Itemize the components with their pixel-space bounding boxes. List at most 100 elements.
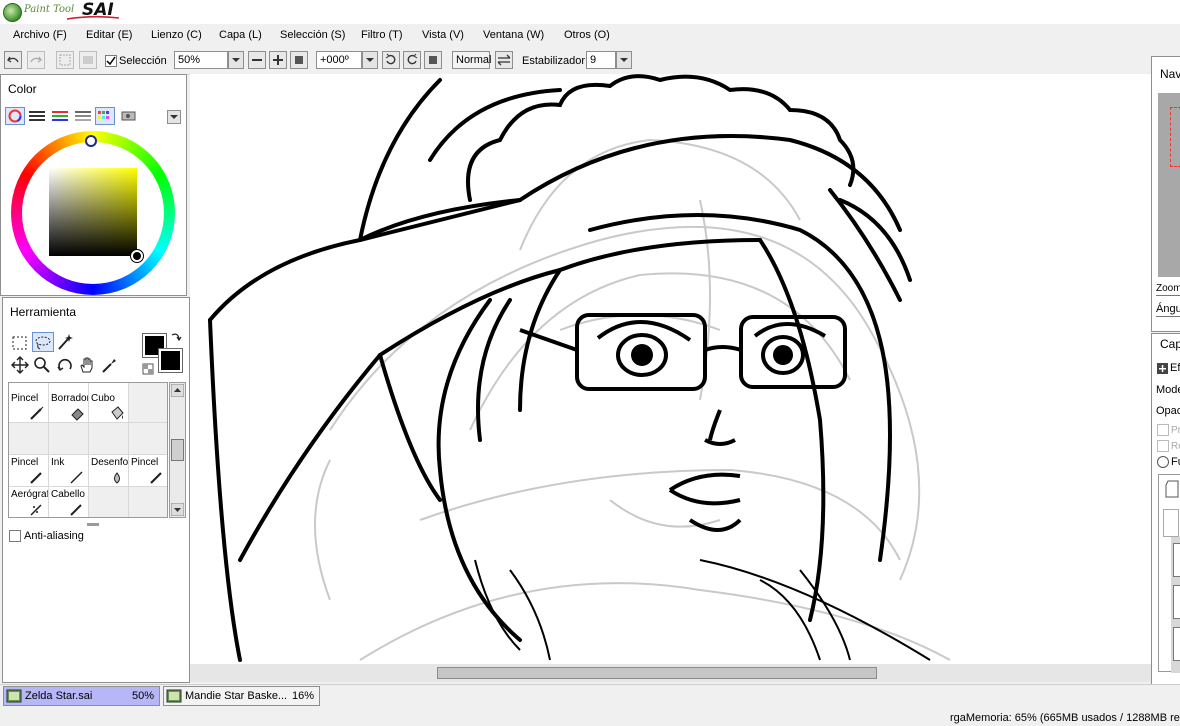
- scroll-down-icon[interactable]: [171, 503, 184, 516]
- toolbar: Selección 50% +000º Normal Estabilizador…: [0, 48, 1180, 75]
- zoom-out-button[interactable]: [248, 51, 266, 69]
- tab-zelda-star[interactable]: Zelda Star.sai 50%: [3, 686, 160, 706]
- tool-empty-slot[interactable]: [49, 423, 89, 455]
- menu-archivo[interactable]: Archivo (F): [13, 29, 67, 41]
- rotate-tool[interactable]: [56, 356, 74, 377]
- lasso-tool[interactable]: [32, 332, 54, 352]
- navigator-zoom-slider[interactable]: [1156, 295, 1180, 296]
- magic-wand-tool[interactable]: [56, 333, 74, 354]
- tool-borrador[interactable]: Borrador: [49, 383, 89, 423]
- menu-lienzo[interactable]: Lienzo (C): [151, 29, 202, 41]
- menu-editar[interactable]: Editar (E): [86, 29, 132, 41]
- transparent-color-button[interactable]: [142, 363, 154, 378]
- layer-thumbnail[interactable]: [1173, 627, 1180, 661]
- clipping-checkbox[interactable]: [1157, 440, 1169, 452]
- blend-mode-field[interactable]: Normal: [452, 51, 491, 69]
- tab-zoom: 50%: [131, 690, 154, 702]
- rgb-slider-mode-button[interactable]: [28, 109, 46, 126]
- tool-pincel-3[interactable]: Pincel: [129, 455, 167, 487]
- tool-empty-slot[interactable]: [9, 423, 49, 455]
- saturation-value-square[interactable]: [49, 168, 137, 256]
- menu-otros[interactable]: Otros (O): [564, 29, 610, 41]
- memory-status: rgaMemoria: 65% (665MB usados / 1288MB r…: [950, 712, 1180, 724]
- tool-cubo[interactable]: Cubo: [89, 383, 129, 423]
- layer-thumbnail[interactable]: [1173, 543, 1180, 577]
- tool-pincel-1[interactable]: Pincel: [9, 383, 49, 423]
- tool-label: Pincel: [11, 457, 39, 468]
- scratchpad-mode-button[interactable]: [120, 109, 138, 126]
- drawing-canvas[interactable]: [190, 74, 1152, 664]
- angle-dropdown[interactable]: [362, 51, 378, 69]
- selection-checkbox[interactable]: [105, 55, 117, 67]
- rect-select-tool[interactable]: [11, 334, 29, 355]
- navigator-preview[interactable]: [1158, 93, 1180, 277]
- menu-seleccion[interactable]: Selección (S): [280, 29, 345, 41]
- add-effect-button[interactable]: [1157, 363, 1168, 374]
- deselect-button[interactable]: [56, 51, 74, 69]
- scroll-up-icon[interactable]: [171, 384, 184, 397]
- status-bar: rgaMemoria: 65% (665MB usados / 1288MB r…: [0, 708, 1180, 726]
- source-radio[interactable]: [1157, 456, 1169, 468]
- zoom-in-button[interactable]: [269, 51, 287, 69]
- undo-button[interactable]: [4, 51, 22, 69]
- tool-empty-slot[interactable]: [89, 423, 129, 455]
- swatch-list-mode-button[interactable]: [74, 109, 92, 126]
- protect-alpha-checkbox[interactable]: [1157, 424, 1169, 436]
- navigator-angle-slider[interactable]: [1156, 316, 1180, 317]
- zoom-dropdown[interactable]: [228, 51, 244, 69]
- new-folder-icon[interactable]: [1163, 509, 1179, 537]
- move-tool[interactable]: [11, 356, 29, 377]
- invert-selection-icon: [83, 56, 93, 64]
- canvas-scroll-thumb[interactable]: [437, 667, 877, 679]
- redo-button[interactable]: [27, 51, 45, 69]
- menu-ventana[interactable]: Ventana (W): [483, 29, 544, 41]
- eyedropper-tool[interactable]: [100, 356, 118, 377]
- hsv-slider-mode-button[interactable]: [51, 109, 69, 126]
- tool-grid-scrollbar[interactable]: [169, 382, 186, 518]
- sub-color-swatch[interactable]: [158, 348, 183, 373]
- menu-filtro[interactable]: Filtro (T): [361, 29, 403, 41]
- tool-desenfoque[interactable]: Desenfoq: [89, 455, 129, 487]
- color-panel-menu-button[interactable]: [167, 110, 181, 124]
- rotate-left-button[interactable]: [382, 51, 400, 69]
- tool-cabello[interactable]: Cabello: [49, 487, 89, 517]
- tool-pincel-2[interactable]: Pincel: [9, 455, 49, 487]
- tab-mandie-star[interactable]: Mandie Star Baske... 16%: [163, 686, 320, 706]
- tool-empty-slot[interactable]: [129, 423, 167, 455]
- hue-marker[interactable]: [85, 135, 97, 147]
- rotate-right-button[interactable]: [403, 51, 421, 69]
- brush-icon: [70, 504, 82, 516]
- tool-empty-slot[interactable]: [89, 487, 129, 517]
- swatches-mode-button[interactable]: [95, 107, 115, 125]
- color-wheel-mode-button[interactable]: [5, 107, 25, 125]
- sv-marker[interactable]: [131, 250, 143, 262]
- tool-aerografo[interactable]: Aerógraf: [9, 487, 49, 517]
- menu-vista[interactable]: Vista (V): [422, 29, 464, 41]
- invert-selection-button[interactable]: [79, 51, 97, 69]
- menu-capa[interactable]: Capa (L): [219, 29, 262, 41]
- layer-thumbnail[interactable]: [1173, 585, 1180, 619]
- protect-alpha-label: Pr: [1171, 425, 1180, 436]
- tab-zoom: 16%: [291, 690, 314, 702]
- scratchpad-icon: [121, 111, 136, 121]
- tool-ink[interactable]: Ink: [49, 455, 89, 487]
- color-wheel-icon: [8, 109, 22, 123]
- zoom-field[interactable]: 50%: [174, 51, 228, 69]
- zoom-reset-button[interactable]: [290, 51, 308, 69]
- flip-horizontal-button[interactable]: [495, 51, 513, 69]
- tool-empty-slot[interactable]: [129, 383, 167, 423]
- swap-colors-button[interactable]: [170, 331, 182, 348]
- tool-empty-slot[interactable]: [129, 487, 167, 517]
- angle-field[interactable]: +000º: [316, 51, 362, 69]
- scroll-thumb[interactable]: [171, 439, 184, 461]
- stabilizer-field[interactable]: 9: [586, 51, 616, 69]
- navigator-view-rect[interactable]: [1170, 107, 1180, 167]
- hand-tool[interactable]: [78, 356, 96, 377]
- zoom-tool[interactable]: [33, 356, 51, 377]
- tool-label: Pincel: [11, 393, 39, 404]
- rotate-reset-button[interactable]: [424, 51, 442, 69]
- anti-aliasing-checkbox[interactable]: [9, 530, 21, 542]
- new-layer-icon[interactable]: [1162, 477, 1180, 503]
- stabilizer-dropdown[interactable]: [616, 51, 632, 69]
- panel-resize-grip[interactable]: [87, 523, 99, 526]
